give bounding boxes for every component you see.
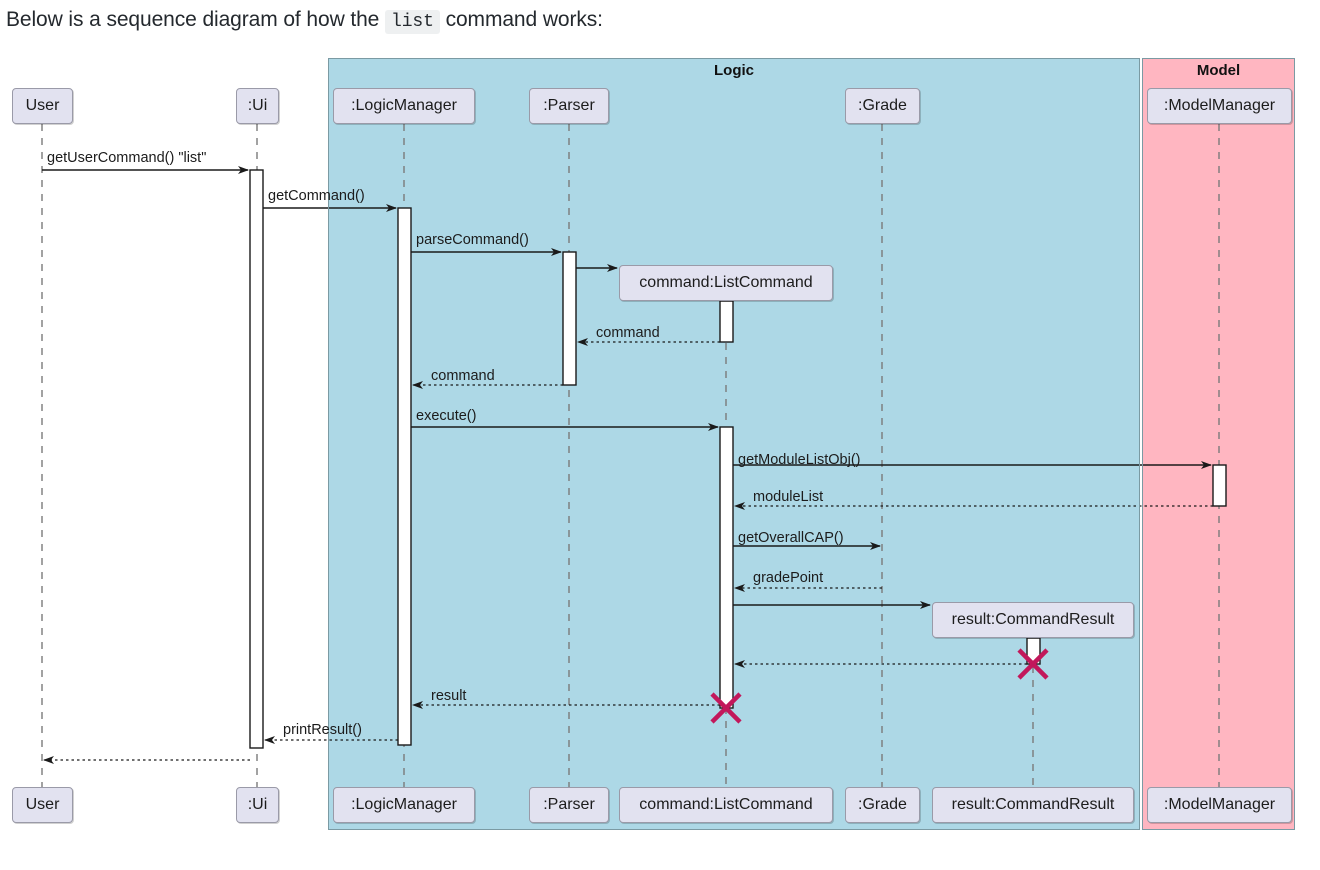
message-label-m6: command bbox=[431, 368, 495, 384]
participant-foot-ui[interactable]: :Ui bbox=[236, 787, 279, 823]
message-label-m1: getUserCommand() "list" bbox=[47, 150, 207, 166]
participant-foot-listcommand[interactable]: command:ListCommand bbox=[619, 787, 833, 823]
participant-foot-grade[interactable]: :Grade bbox=[845, 787, 920, 823]
message-label-m8: getModuleListObj() bbox=[738, 452, 861, 468]
message-label-m14: result bbox=[431, 688, 467, 704]
participant-foot-modelmanager[interactable]: :ModelManager bbox=[1147, 787, 1292, 823]
participant-foot-parser[interactable]: :Parser bbox=[529, 787, 609, 823]
participant-head-parser[interactable]: :Parser bbox=[529, 88, 609, 124]
participant-foot-user[interactable]: User bbox=[12, 787, 73, 823]
message-label-m9: moduleList bbox=[753, 489, 824, 505]
message-label-m2: getCommand() bbox=[268, 188, 365, 204]
participant-foot-logicmanager[interactable]: :LogicManager bbox=[333, 787, 475, 823]
participant-head-grade[interactable]: :Grade bbox=[845, 88, 920, 124]
message-label-m7: execute() bbox=[416, 408, 477, 424]
group-frame-logic: Logic bbox=[328, 58, 1140, 830]
message-label-m3: parseCommand() bbox=[416, 232, 529, 248]
participant-head-listcommand[interactable]: command:ListCommand bbox=[619, 265, 833, 301]
group-title-model: Model bbox=[1196, 62, 1241, 79]
message-label-m15: printResult() bbox=[283, 722, 362, 738]
participant-head-commandresult[interactable]: result:CommandResult bbox=[932, 602, 1134, 638]
participant-head-logicmanager[interactable]: :LogicManager bbox=[333, 88, 475, 124]
participant-head-user[interactable]: User bbox=[12, 88, 73, 124]
activation-bar-ui-0 bbox=[249, 169, 264, 749]
group-title-logic: Logic bbox=[714, 62, 754, 79]
message-label-m10: getOverallCAP() bbox=[738, 530, 844, 546]
message-label-m5: command bbox=[596, 325, 660, 341]
message-label-m11: gradePoint bbox=[753, 570, 824, 586]
participant-head-modelmanager[interactable]: :ModelManager bbox=[1147, 88, 1292, 124]
participant-foot-commandresult[interactable]: result:CommandResult bbox=[932, 787, 1134, 823]
participant-head-ui[interactable]: :Ui bbox=[236, 88, 279, 124]
sequence-diagram: Logic Model User User :Ui :Ui :LogicManager :L… bbox=[0, 0, 1320, 870]
group-frame-model: Model bbox=[1142, 58, 1295, 830]
